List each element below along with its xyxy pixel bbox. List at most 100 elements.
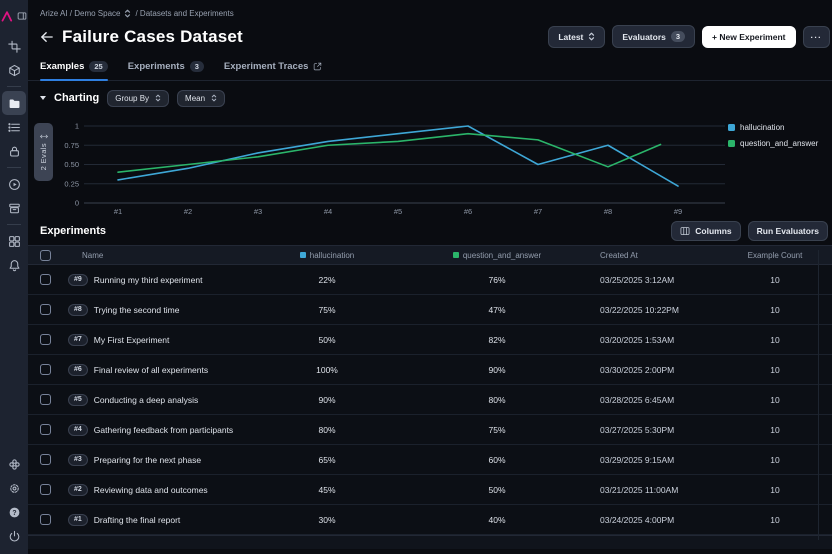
caret-down-icon[interactable] bbox=[40, 96, 46, 100]
sidebar-item-playground[interactable] bbox=[2, 172, 26, 196]
row-checkbox[interactable] bbox=[40, 454, 51, 465]
app-sidebar: ? bbox=[0, 0, 28, 554]
row-checkbox[interactable] bbox=[40, 394, 51, 405]
sidebar-item-vault[interactable] bbox=[2, 139, 26, 163]
example-count: 10 bbox=[718, 485, 832, 495]
evals-chart-section: 2 Evals 00.250.500.751#1#2#3#4#5#6#7#8#9… bbox=[28, 113, 832, 217]
evals-drawer-tab[interactable]: 2 Evals bbox=[34, 123, 53, 181]
column-header-created-at[interactable]: Created At bbox=[600, 251, 638, 260]
charting-title: Charting bbox=[54, 92, 99, 104]
row-checkbox[interactable] bbox=[40, 484, 51, 495]
sidebar-item-prompts[interactable] bbox=[2, 115, 26, 139]
page-title: Failure Cases Dataset bbox=[62, 27, 243, 47]
legend-item[interactable]: question_and_answer bbox=[728, 139, 818, 148]
question-and-answer-score: 40% bbox=[402, 515, 592, 525]
column-header-example-count[interactable]: Example Count bbox=[748, 251, 803, 260]
experiment-name[interactable]: Drafting the final report bbox=[94, 515, 180, 525]
new-experiment-button[interactable]: + New Experiment bbox=[702, 26, 795, 48]
tab-experiment-traces[interactable]: Experiment Traces bbox=[224, 61, 323, 80]
sidebar-item-models[interactable] bbox=[2, 58, 26, 82]
tab-experiments[interactable]: Experiments 3 bbox=[128, 61, 204, 80]
experiment-number-badge: #3 bbox=[68, 454, 88, 466]
sidebar-item-help[interactable]: ? bbox=[2, 500, 26, 524]
experiment-name[interactable]: Running my third experiment bbox=[94, 275, 203, 285]
sidebar-item-tracing[interactable] bbox=[2, 34, 26, 58]
table-row[interactable]: #2Reviewing data and outcomes45%50%03/21… bbox=[28, 475, 832, 505]
svg-text:#4: #4 bbox=[324, 207, 332, 216]
table-row[interactable]: #4Gathering feedback from participants80… bbox=[28, 415, 832, 445]
table-row[interactable]: #9Running my third experiment22%76%03/25… bbox=[28, 265, 832, 295]
breadcrumb: Arize AI / Demo Space / Datasets and Exp… bbox=[28, 0, 832, 18]
experiment-name[interactable]: Trying the second time bbox=[94, 305, 180, 315]
example-count: 10 bbox=[718, 515, 832, 525]
sidebar-item-archive[interactable] bbox=[2, 196, 26, 220]
sidebar-item-dashboards[interactable] bbox=[2, 229, 26, 253]
experiments-table-header: Name hallucination question_and_answer C… bbox=[28, 245, 832, 265]
experiment-name[interactable]: Preparing for the next phase bbox=[94, 455, 201, 465]
hallucination-score: 80% bbox=[252, 425, 402, 435]
evaluators-button[interactable]: Evaluators 3 bbox=[612, 25, 695, 48]
pinned-column-divider bbox=[818, 250, 819, 540]
row-checkbox[interactable] bbox=[40, 424, 51, 435]
hallucination-swatch bbox=[300, 252, 306, 258]
experiment-name[interactable]: My First Experiment bbox=[94, 335, 170, 345]
experiments-section-header: Experiments Columns Run Evaluators bbox=[28, 217, 832, 245]
svg-text:#5: #5 bbox=[394, 207, 402, 216]
legend-label: question_and_answer bbox=[740, 139, 818, 148]
created-at: 03/28/2025 6:45AM bbox=[592, 395, 718, 405]
row-checkbox[interactable] bbox=[40, 274, 51, 285]
question-and-answer-score: 82% bbox=[402, 335, 592, 345]
table-row[interactable]: #7My First Experiment50%82%03/20/2025 1:… bbox=[28, 325, 832, 355]
table-row[interactable]: #8Trying the second time75%47%03/22/2025… bbox=[28, 295, 832, 325]
more-options-button[interactable]: ··· bbox=[803, 26, 831, 48]
back-arrow-icon[interactable] bbox=[40, 31, 54, 43]
tab-examples[interactable]: Examples 25 bbox=[40, 61, 108, 80]
example-count: 10 bbox=[718, 395, 832, 405]
row-checkbox[interactable] bbox=[40, 334, 51, 345]
question-and-answer-score: 76% bbox=[402, 275, 592, 285]
hallucination-score: 50% bbox=[252, 335, 402, 345]
table-row[interactable]: #1Drafting the final report30%40%03/24/2… bbox=[28, 505, 832, 535]
sidebar-item-alerts[interactable] bbox=[2, 253, 26, 277]
arize-logo-icon bbox=[0, 4, 14, 28]
table-row[interactable]: #5Conducting a deep analysis90%80%03/28/… bbox=[28, 385, 832, 415]
sidebar-item-copilot[interactable] bbox=[2, 452, 26, 476]
evaluators-button-label: Evaluators bbox=[622, 32, 665, 42]
run-evaluators-button[interactable]: Run Evaluators bbox=[748, 221, 828, 241]
row-checkbox[interactable] bbox=[40, 304, 51, 315]
row-checkbox[interactable] bbox=[40, 364, 51, 375]
experiment-name[interactable]: Gathering feedback from participants bbox=[94, 425, 233, 435]
table-row[interactable]: #6Final review of all experiments100%90%… bbox=[28, 355, 832, 385]
svg-text:#3: #3 bbox=[254, 207, 262, 216]
panel-toggle-icon[interactable] bbox=[16, 4, 29, 28]
sidebar-item-datasets[interactable] bbox=[2, 91, 26, 115]
tab-examples-count-badge: 25 bbox=[89, 61, 107, 72]
columns-button[interactable]: Columns bbox=[671, 221, 740, 241]
sidebar-item-settings[interactable] bbox=[2, 476, 26, 500]
experiment-name[interactable]: Reviewing data and outcomes bbox=[94, 485, 208, 495]
latest-select[interactable]: Latest bbox=[548, 26, 605, 48]
column-header-name[interactable]: Name bbox=[82, 251, 103, 260]
breadcrumb-section[interactable]: / Datasets and Experiments bbox=[135, 9, 233, 18]
legend-swatch bbox=[728, 124, 735, 131]
breadcrumb-space[interactable]: Arize AI / Demo Space bbox=[40, 9, 120, 18]
experiment-name[interactable]: Conducting a deep analysis bbox=[94, 395, 198, 405]
column-header-question-and-answer[interactable]: question_and_answer bbox=[463, 251, 541, 260]
legend-item[interactable]: hallucination bbox=[728, 123, 818, 132]
experiment-name[interactable]: Final review of all experiments bbox=[94, 365, 208, 375]
svg-text:#1: #1 bbox=[114, 207, 122, 216]
experiment-number-badge: #5 bbox=[68, 394, 88, 406]
row-checkbox[interactable] bbox=[40, 514, 51, 525]
group-by-select[interactable]: Group By bbox=[107, 90, 169, 107]
select-all-checkbox[interactable] bbox=[40, 250, 51, 261]
aggregation-select[interactable]: Mean bbox=[177, 90, 225, 107]
dataset-tabs: Examples 25 Experiments 3 Experiment Tra… bbox=[28, 57, 832, 81]
question-and-answer-score: 75% bbox=[402, 425, 592, 435]
evaluators-count-badge: 3 bbox=[671, 31, 685, 42]
table-row[interactable]: #3Preparing for the next phase65%60%03/2… bbox=[28, 445, 832, 475]
svg-text:#8: #8 bbox=[604, 207, 612, 216]
column-header-hallucination[interactable]: hallucination bbox=[310, 251, 354, 260]
legend-swatch bbox=[728, 140, 735, 147]
aggregation-select-label: Mean bbox=[185, 94, 205, 103]
sidebar-item-logout[interactable] bbox=[2, 524, 26, 548]
